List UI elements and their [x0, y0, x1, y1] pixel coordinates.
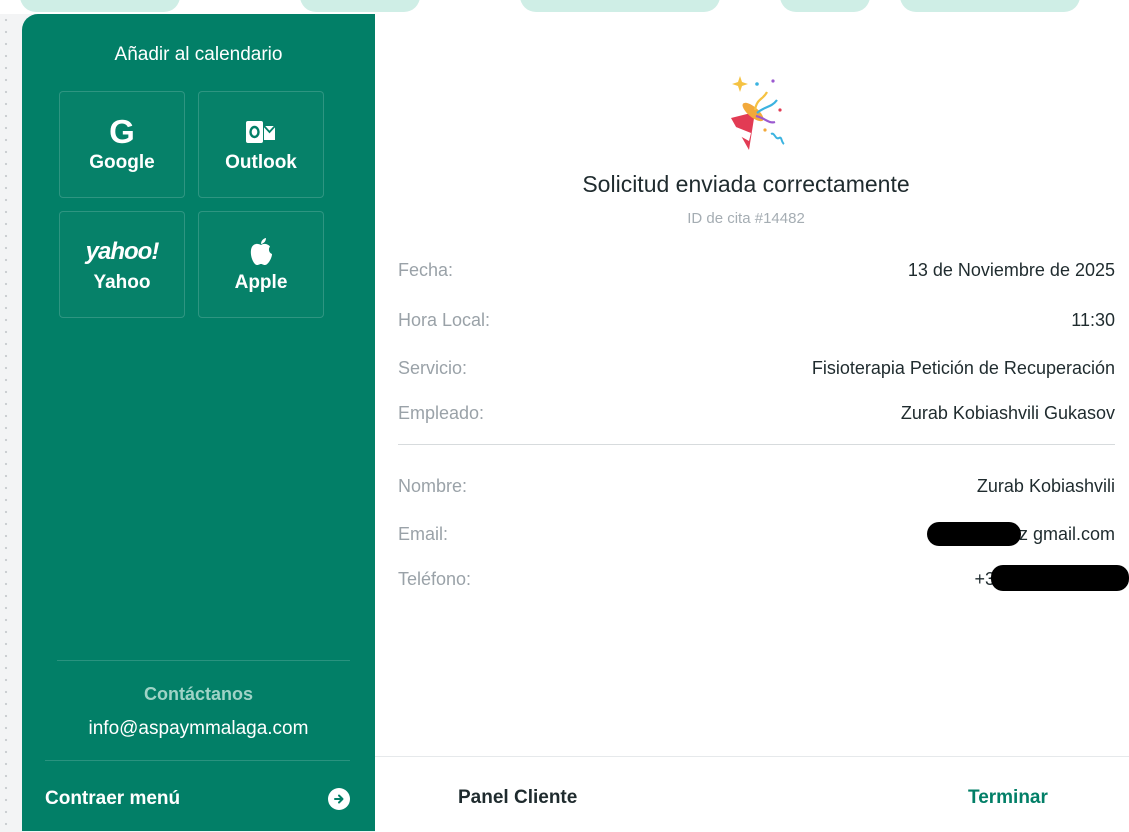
divider — [45, 760, 350, 761]
add-to-yahoo-button[interactable]: yahoo! Yahoo — [59, 211, 185, 318]
add-to-outlook-button[interactable]: Outlook — [198, 91, 324, 198]
customer-label: Nombre: — [398, 475, 468, 496]
appointment-id: ID de cita #14482 — [687, 210, 805, 227]
collapse-menu-label: Contraer menú — [45, 788, 181, 809]
detail-value: Fisioterapia Petición de Recuperación — [811, 357, 1115, 378]
detail-row-time: Hora Local: 11:30 — [398, 308, 1115, 332]
customer-value: z gmail.com — [1018, 523, 1115, 544]
google-label: Google — [89, 152, 155, 173]
footer-bar: Panel Cliente Terminar — [375, 756, 1129, 832]
yahoo-icon: yahoo! — [85, 238, 160, 265]
detail-label: Empleado: — [398, 402, 485, 423]
add-to-apple-button[interactable]: Apple — [198, 211, 324, 318]
redaction-mark — [927, 522, 1021, 546]
section-divider — [398, 444, 1115, 445]
background-dots — [0, 14, 12, 831]
detail-label: Hora Local: — [398, 309, 491, 330]
arrow-right-circle-icon — [328, 788, 350, 810]
detail-label: Fecha: — [398, 259, 454, 280]
detail-value: Zurab Kobiashvili Gukasov — [900, 402, 1115, 423]
background-decoration — [0, 0, 1129, 14]
detail-row-employee: Empleado: Zurab Kobiashvili Gukasov — [398, 401, 1115, 425]
apple-icon — [248, 235, 274, 269]
confirmation-panel: Solicitud enviada correctamente ID de ci… — [375, 14, 1129, 832]
divider — [57, 660, 350, 661]
confirmation-title: Solicitud enviada correctamente — [582, 171, 910, 197]
contact-title: Contáctanos — [143, 684, 253, 704]
party-popper-icon — [727, 72, 787, 152]
outlook-icon — [246, 115, 276, 149]
customer-row-name: Nombre: Zurab Kobiashvili — [398, 474, 1115, 498]
detail-value: 11:30 — [1071, 309, 1115, 330]
customer-value: Zurab Kobiashvili — [976, 475, 1115, 496]
detail-row-service: Servicio: Fisioterapia Petición de Recup… — [398, 356, 1115, 380]
yahoo-label: Yahoo — [93, 272, 151, 293]
add-to-google-button[interactable]: G Google — [59, 91, 185, 198]
finish-button[interactable]: Terminar — [968, 787, 1048, 809]
calendar-title: Añadir al calendario — [114, 44, 283, 65]
customer-panel-button[interactable]: Panel Cliente — [458, 787, 577, 809]
redaction-mark — [991, 565, 1129, 591]
google-icon: G — [109, 113, 135, 150]
outlook-label: Outlook — [225, 152, 297, 173]
collapse-menu-button[interactable]: Contraer menú — [45, 784, 350, 814]
apple-label: Apple — [234, 272, 288, 293]
sidebar: Añadir al calendario G Google Outlook ya… — [22, 14, 375, 831]
contact-email: info@aspaymmalaga.com — [88, 718, 309, 739]
customer-label: Teléfono: — [398, 568, 472, 589]
detail-value: 13 de Noviembre de 2025 — [907, 259, 1115, 280]
detail-row-date: Fecha: 13 de Noviembre de 2025 — [398, 258, 1115, 282]
detail-label: Servicio: — [398, 357, 468, 378]
customer-label: Email: — [398, 523, 449, 544]
